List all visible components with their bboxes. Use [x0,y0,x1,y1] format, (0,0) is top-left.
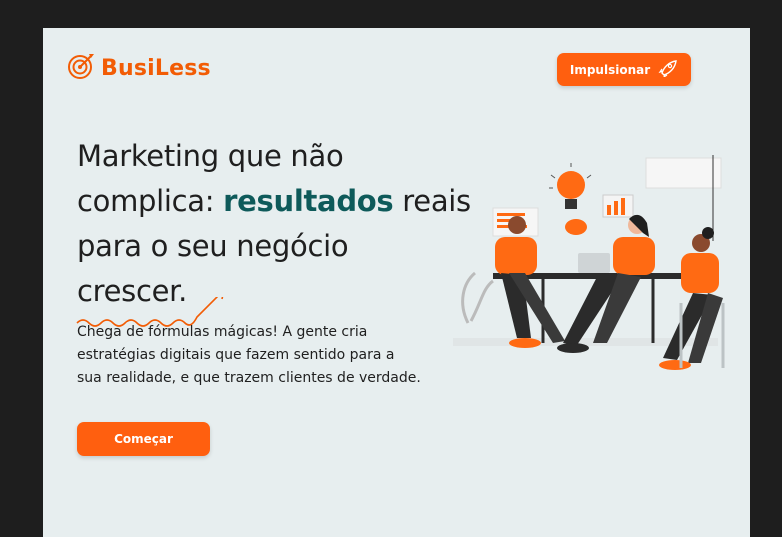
boost-button[interactable]: Impulsionar [557,53,691,86]
headline-line-1: Marketing que não [77,139,344,173]
hero-description: Chega de fórmulas mágicas! A gente cria … [77,324,421,386]
hero-frame: BusiLess Impulsionar Marketing que não c… [43,28,750,537]
headline-line-4-wrap: crescer. [76,269,224,327]
headline-line-2-pre: complica: [77,184,224,218]
brand-name: BusiLess [101,55,211,81]
rocket-icon [658,59,678,80]
boost-button-label: Impulsionar [569,62,651,77]
team-meeting-illustration [453,155,725,370]
headline-line-3: para o seu negócio [77,229,349,263]
start-button[interactable]: Começar [77,422,210,456]
headline-highlight: resultados [223,184,394,218]
brand-logo[interactable]: BusiLess [67,52,211,84]
target-icon [67,52,97,84]
